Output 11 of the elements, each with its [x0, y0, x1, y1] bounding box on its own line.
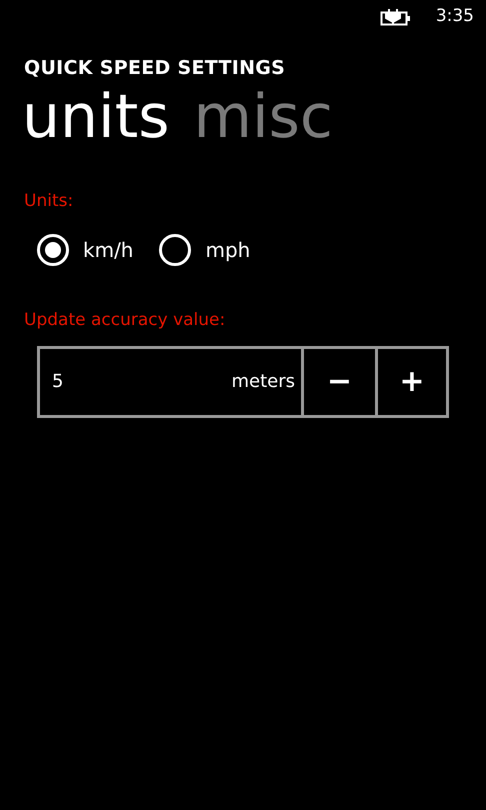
- accuracy-label: Update accuracy value:: [24, 309, 226, 332]
- unit-text: meters: [231, 370, 295, 394]
- clock-time: 3:35: [436, 5, 474, 28]
- app-title: QUICK SPEED SETTINGS: [24, 56, 286, 81]
- radio-option[interactable]: km/h: [37, 234, 134, 266]
- pivot-tab[interactable]: misc: [194, 86, 333, 146]
- radio-option[interactable]: mph: [159, 234, 250, 266]
- pivot-tab[interactable]: units: [22, 86, 170, 146]
- battery-charging-icon: [380, 8, 412, 26]
- field-value: 5: [52, 370, 64, 394]
- units-label: Units:: [24, 190, 74, 212]
